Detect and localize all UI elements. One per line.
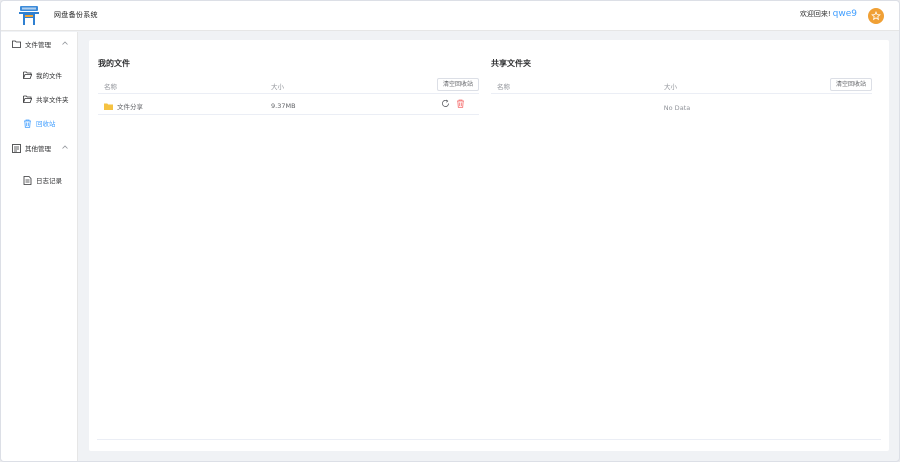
app-window: 网盘备份系统 欢迎回来! qwe9 文件管理 我的文件 共享文件夹 回收站 其他… [0, 0, 900, 462]
column-header-name: 名称 [497, 83, 510, 91]
shared-folder-table-header: 名称 大小 清空回收站 [491, 76, 872, 94]
sidebar-item-label: 日志记录 [36, 177, 62, 185]
folder-open-icon [23, 71, 32, 79]
sidebar-item-log-records[interactable]: 日志记录 [1, 172, 78, 188]
sidebar-item-shared-folder[interactable]: 共享文件夹 [1, 91, 78, 107]
shared-folder-title: 共享文件夹 [491, 59, 531, 68]
my-files-panel: 我的文件 名称 大小 清空回收站 文件分享 9.37MB [89, 40, 479, 140]
file-name-cell[interactable]: 文件分享 [104, 101, 143, 111]
sidebar-group-label: 其他管理 [25, 145, 51, 153]
divider [97, 439, 881, 440]
row-actions [441, 99, 465, 108]
avatar[interactable] [868, 8, 884, 24]
clear-recycle-bin-button[interactable]: 清空回收站 [436, 78, 479, 91]
file-name: 文件分享 [117, 103, 143, 111]
log-icon [23, 175, 32, 185]
sidebar-group-file-management[interactable]: 文件管理 [1, 36, 78, 52]
app-title: 网盘备份系统 [54, 11, 98, 19]
trash-icon [24, 119, 31, 128]
chevron-up-icon[interactable] [62, 145, 68, 149]
star-icon [871, 11, 881, 21]
sidebar-item-label: 回收站 [36, 120, 56, 128]
folder-icon [104, 103, 113, 110]
sidebar-group-label: 文件管理 [25, 41, 51, 49]
delete-icon[interactable] [456, 99, 465, 108]
welcome-area: 欢迎回来! qwe9 [800, 9, 857, 19]
sidebar-item-my-files[interactable]: 我的文件 [1, 67, 78, 83]
my-files-table-header: 名称 大小 清空回收站 [98, 76, 479, 94]
clear-recycle-bin-button[interactable]: 清空回收站 [829, 78, 872, 91]
folder-open-icon [23, 95, 32, 103]
username[interactable]: qwe9 [833, 9, 857, 19]
table-row[interactable]: 文件分享 9.37MB [98, 95, 479, 115]
sidebar-menu: 文件管理 我的文件 共享文件夹 回收站 其他管理 日志记录 [1, 32, 78, 461]
restore-icon[interactable] [441, 99, 450, 108]
folder-icon [12, 40, 21, 48]
sidebar-item-label: 我的文件 [36, 72, 62, 80]
column-header-size: 大小 [664, 83, 677, 91]
app-logo [17, 6, 41, 26]
chevron-up-icon[interactable] [62, 41, 68, 45]
welcome-text: 欢迎回来! [799, 10, 831, 18]
sidebar-item-recycle-bin[interactable]: 回收站 [1, 115, 78, 131]
main-content: 我的文件 名称 大小 清空回收站 文件分享 9.37MB 共享文件夹 名称 大小… [89, 40, 889, 451]
document-icon [12, 143, 21, 153]
file-size: 9.37MB [271, 102, 296, 110]
empty-state-text: No Data [663, 104, 691, 112]
sidebar-group-other-management[interactable]: 其他管理 [1, 140, 78, 156]
sidebar-item-label: 共享文件夹 [36, 96, 69, 104]
my-files-title: 我的文件 [98, 59, 130, 68]
shared-folder-panel: 共享文件夹 名称 大小 清空回收站 No Data [482, 40, 872, 140]
top-header: 网盘备份系统 欢迎回来! qwe9 [1, 1, 899, 31]
column-header-size: 大小 [271, 83, 284, 91]
column-header-name: 名称 [104, 83, 117, 91]
